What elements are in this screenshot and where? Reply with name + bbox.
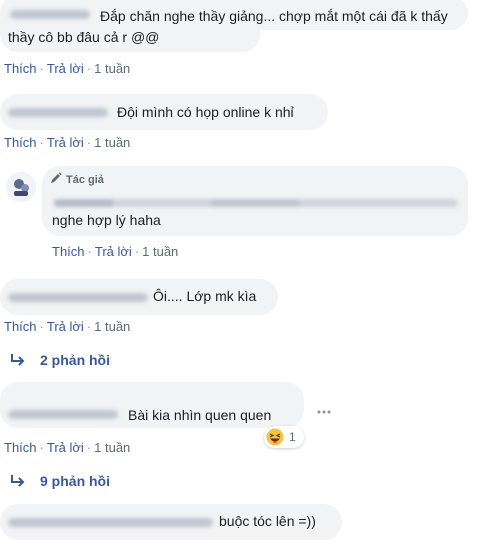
comment-actions: Thích · Trả lời · 1 tuần — [4, 319, 131, 334]
reply-arrow-icon — [11, 354, 25, 366]
like-link[interactable]: Thích — [4, 440, 37, 455]
avatar[interactable] — [6, 172, 36, 202]
reply-link[interactable]: Trả lời — [47, 440, 84, 455]
pencil-icon — [51, 172, 62, 183]
redacted-author-name — [210, 200, 300, 206]
comment-actions: Thích · Trả lời · 1 tuần — [4, 440, 131, 455]
view-replies-link[interactable]: 2 phản hồi — [10, 352, 110, 368]
reply-link[interactable]: Trả lời — [47, 319, 84, 334]
timestamp[interactable]: 1 tuần — [94, 135, 130, 150]
comment-text: nghe hợp lý haha — [52, 212, 161, 228]
comment-actions: Thích · Trả lời · 1 tuần — [4, 135, 131, 150]
reply-link[interactable]: Trả lời — [47, 135, 84, 150]
comment-text: Đội mình có họp online k nhỉ — [117, 104, 294, 120]
redacted-author-name — [8, 518, 213, 527]
avatar-illustration — [6, 172, 36, 202]
comment-text: Đắp chăn nghe thầy giảng... chợp mắt một… — [8, 8, 448, 45]
redacted-author-name — [54, 200, 114, 206]
timestamp[interactable]: 1 tuần — [94, 319, 130, 334]
comment-text: buộc tóc lên =)) — [219, 513, 316, 529]
comment-actions: Thích · Trả lời · 1 tuần — [4, 61, 131, 76]
comment-text: Bài kia nhìn quen quen — [128, 407, 272, 423]
reply-link[interactable]: Trả lời — [95, 244, 132, 259]
like-link[interactable]: Thích — [4, 319, 37, 334]
reply-arrow-icon — [11, 475, 25, 487]
like-link[interactable]: Thích — [52, 244, 85, 259]
redacted-author-name — [8, 293, 148, 302]
more-options-icon[interactable] — [316, 403, 332, 414]
laugh-reaction-icon — [266, 428, 284, 446]
like-link[interactable]: Thích — [4, 61, 37, 76]
redacted-author-name — [8, 410, 118, 419]
comment-text: Ôi.... Lớp mk kìa — [153, 288, 257, 304]
timestamp[interactable]: 1 tuần — [94, 440, 130, 455]
like-link[interactable]: Thích — [4, 135, 37, 150]
reply-link[interactable]: Trả lời — [47, 61, 84, 76]
reaction-summary[interactable]: 1 — [264, 426, 304, 448]
timestamp[interactable]: 1 tuần — [94, 61, 130, 76]
comment-actions: Thích · Trả lời · 1 tuần — [52, 244, 179, 259]
redacted-author-name — [8, 108, 108, 117]
timestamp[interactable]: 1 tuần — [142, 244, 178, 259]
author-badge: Tác giả — [50, 172, 104, 186]
view-replies-link[interactable]: 9 phản hồi — [10, 473, 110, 489]
